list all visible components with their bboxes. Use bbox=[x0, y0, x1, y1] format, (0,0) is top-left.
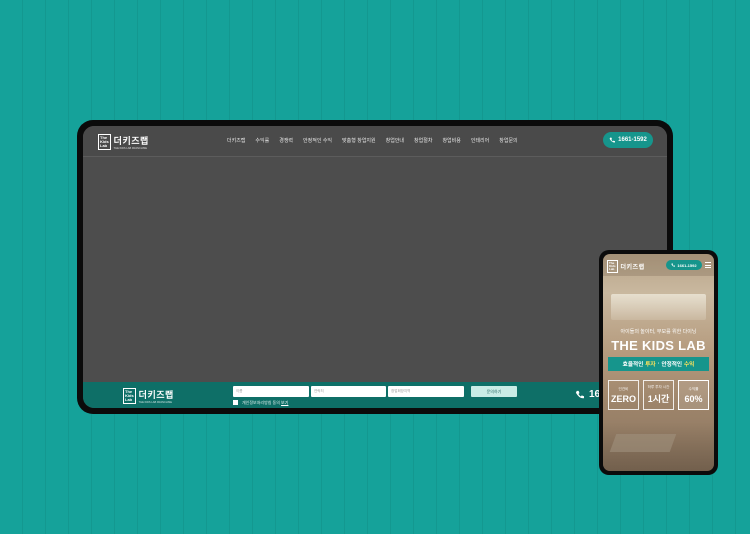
mobile-mockup: The Kids Lab 더키즈랩 1661-1592 아이들의 놀이터, 부모를 … bbox=[599, 250, 718, 475]
band-part1: 효율적인 bbox=[622, 362, 644, 368]
footer-logo-name: 더키즈랩 bbox=[138, 390, 174, 400]
mobile-hero-title: THE KIDS LAB bbox=[611, 338, 706, 353]
nav-item-inquiry[interactable]: 창업문의 bbox=[499, 137, 517, 144]
desktop-phone-button[interactable]: 1661-1592 bbox=[603, 132, 653, 148]
desktop-header: The Kids Lab 더키즈랩 THE KIDS LAB FRANCHISE 더… bbox=[83, 126, 667, 157]
footer-phone-icon bbox=[575, 390, 584, 399]
desktop-mockup: The Kids Lab 더키즈랩 THE KIDS LAB FRANCHISE 더… bbox=[77, 120, 673, 414]
privacy-agree-text: 개인정보처리방침 동의 보기 bbox=[242, 400, 288, 406]
stat-labor-cost: 인건비 ZERO bbox=[608, 380, 639, 410]
footer-logo: The Kids Lab 더키즈랩 THE KIDS LAB FRANCHISE bbox=[123, 388, 174, 404]
desktop-nav: 더키즈랩 수익률 경쟁력 안정적인 수익 맞춤형 창업지원 창업안내 창업절차 … bbox=[227, 137, 518, 144]
privacy-view-link[interactable]: 보기 bbox=[281, 400, 288, 405]
logo-sub: THE KIDS LAB FRANCHISE bbox=[113, 147, 147, 150]
nav-item-startup-process[interactable]: 창업절차 bbox=[414, 137, 432, 144]
mobile-phone-icon bbox=[671, 263, 676, 267]
desktop-screen: The Kids Lab 더키즈랩 THE KIDS LAB FRANCHISE 더… bbox=[83, 126, 667, 408]
stat-label: 하루 투자 시간 bbox=[647, 385, 670, 389]
nav-item-custom-support[interactable]: 맞춤형 창업지원 bbox=[342, 137, 376, 144]
logo-mark-icon: The Kids Lab bbox=[98, 134, 111, 150]
phone-icon bbox=[609, 137, 616, 143]
mobile-logo-mark-icon: The Kids Lab bbox=[607, 260, 618, 273]
band-part2: 안정적인 bbox=[661, 362, 683, 368]
stat-profit-rate: 수익률 60% bbox=[678, 380, 709, 410]
nav-item-competitiveness[interactable]: 경쟁력 bbox=[279, 137, 293, 144]
desktop-phone-number: 1661-1592 bbox=[618, 137, 647, 143]
mobile-hero-band: 효율적인 투자 · 안정적인 수익 bbox=[608, 357, 709, 371]
nav-item-thekidslab[interactable]: 더키즈랩 bbox=[227, 137, 245, 144]
mobile-header: The Kids Lab 더키즈랩 1661-1592 bbox=[603, 254, 714, 276]
mobile-screen: The Kids Lab 더키즈랩 1661-1592 아이들의 놀이터, 부모를 … bbox=[603, 254, 714, 471]
mobile-stats: 인건비 ZERO 하루 투자 시간 1시간 수익률 60% bbox=[608, 380, 709, 410]
region-input[interactable]: 창업희망지역 bbox=[388, 386, 464, 397]
mobile-logo[interactable]: The Kids Lab 더키즈랩 bbox=[607, 260, 645, 273]
name-input[interactable]: 이름 bbox=[233, 386, 309, 397]
privacy-checkbox[interactable] bbox=[233, 400, 238, 405]
mobile-logo-name: 더키즈랩 bbox=[620, 265, 645, 271]
inquiry-submit-button[interactable]: 문의하기 bbox=[471, 386, 517, 397]
stat-daily-time: 하루 투자 시간 1시간 bbox=[643, 380, 674, 410]
play-mat-image bbox=[609, 434, 677, 452]
privacy-agree-label: 개인정보처리방침 동의 bbox=[242, 400, 280, 405]
band-part1-highlight: 투자 bbox=[645, 362, 656, 368]
nav-item-stable-income[interactable]: 안정적인 수익 bbox=[303, 137, 332, 144]
nav-item-profit[interactable]: 수익률 bbox=[255, 137, 269, 144]
logo-name: 더키즈랩 bbox=[113, 136, 149, 146]
nav-item-interior[interactable]: 인테리어 bbox=[471, 137, 489, 144]
mobile-tagline: 아이들의 놀이터, 부모를 위한 다이닝 bbox=[620, 329, 697, 335]
ceiling-light-image bbox=[611, 294, 706, 320]
footer-logo-mark-icon: The Kids Lab bbox=[123, 388, 136, 404]
hamburger-menu-icon[interactable] bbox=[705, 262, 711, 270]
contact-input[interactable]: 연락처 bbox=[311, 386, 386, 397]
mobile-phone-button[interactable]: 1661-1592 bbox=[666, 260, 702, 270]
stat-value: ZERO bbox=[610, 393, 636, 404]
nav-item-startup-cost[interactable]: 창업비용 bbox=[442, 137, 460, 144]
stat-label: 인건비 bbox=[618, 386, 629, 391]
desktop-logo[interactable]: The Kids Lab 더키즈랩 THE KIDS LAB FRANCHISE bbox=[98, 134, 149, 150]
band-separator: · bbox=[657, 361, 660, 367]
nav-item-startup-guide[interactable]: 창업안내 bbox=[386, 137, 404, 144]
stat-label: 수익률 bbox=[688, 386, 699, 391]
stat-value: 60% bbox=[684, 393, 703, 404]
desktop-inquiry-bar: The Kids Lab 더키즈랩 THE KIDS LAB FRANCHISE 이… bbox=[83, 382, 667, 408]
band-part2-highlight: 수익 bbox=[684, 362, 695, 368]
mobile-phone-number: 1661-1592 bbox=[677, 262, 697, 268]
stat-value: 1시간 bbox=[647, 394, 670, 404]
footer-logo-sub: THE KIDS LAB FRANCHISE bbox=[138, 401, 172, 404]
